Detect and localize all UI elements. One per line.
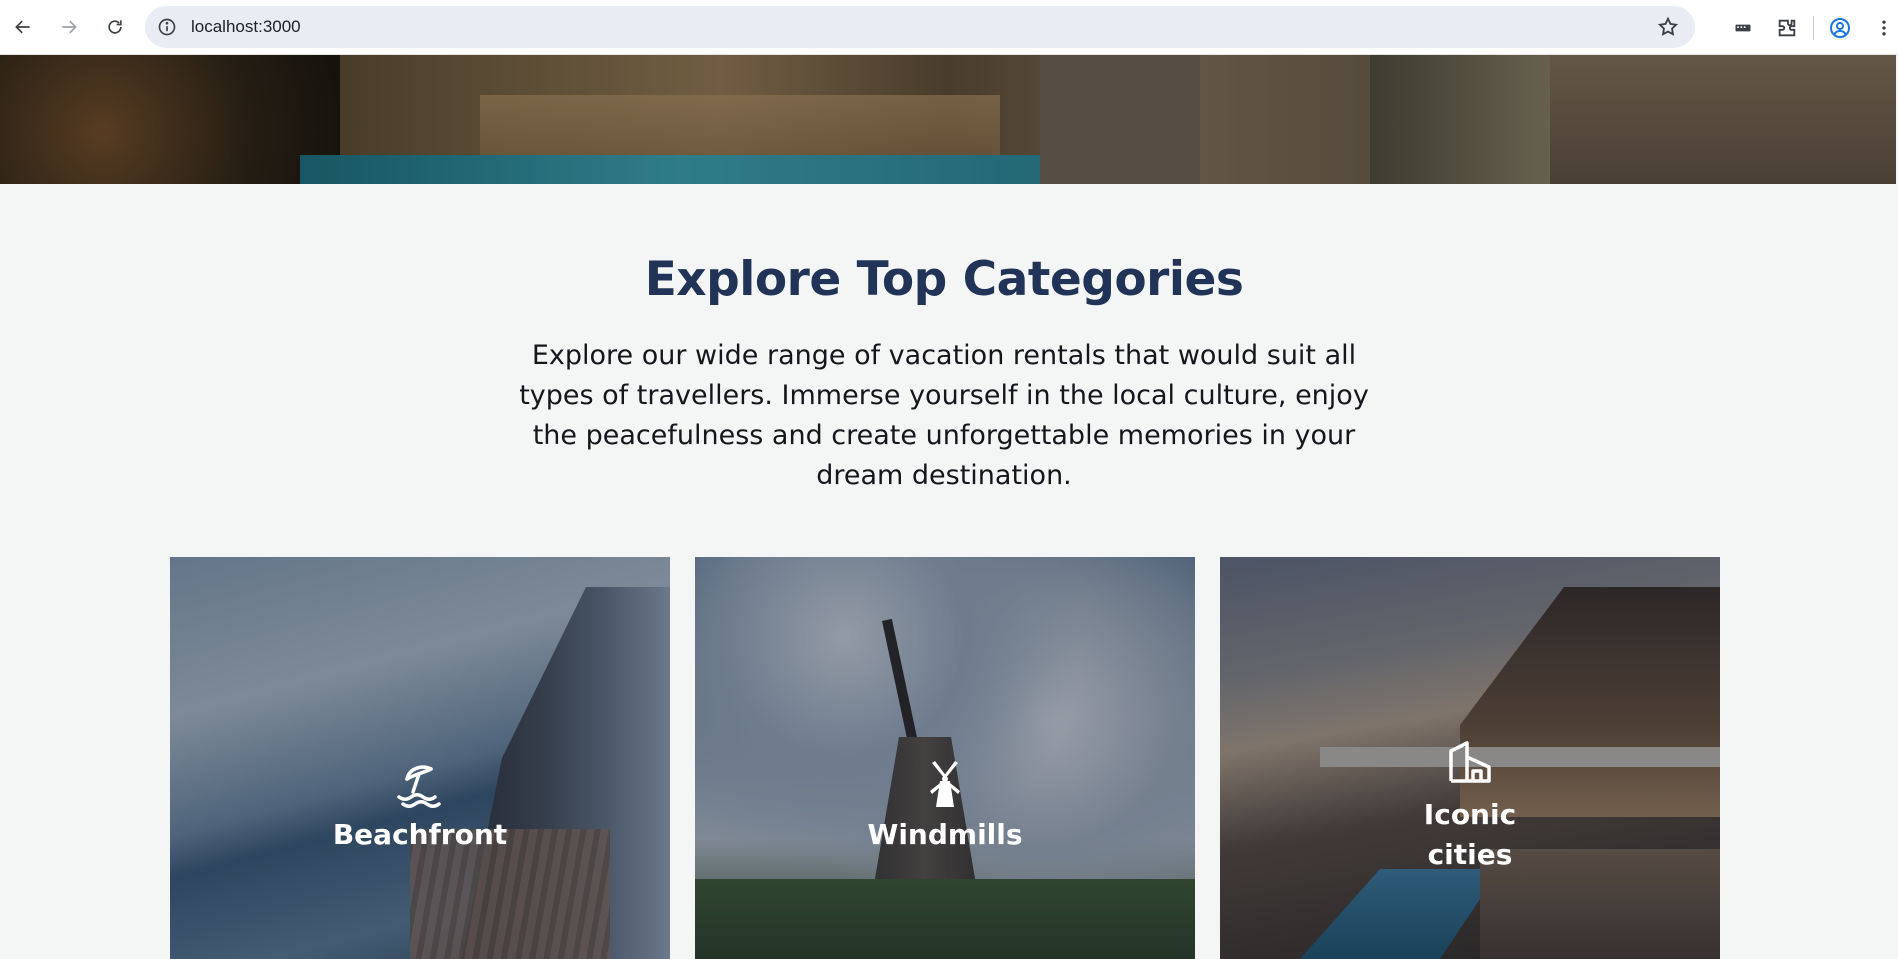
category-label: Windmills xyxy=(867,818,1023,851)
url-text[interactable]: localhost:3000 xyxy=(191,17,301,37)
category-label: Beachfront xyxy=(332,818,508,851)
browser-toolbar: localhost:3000 xyxy=(0,0,1898,55)
arrow-left-icon xyxy=(15,20,30,34)
category-card-iconic-cities[interactable]: Iconic cities xyxy=(1220,557,1720,959)
reload-button[interactable] xyxy=(100,12,130,42)
reload-icon xyxy=(108,20,122,34)
arrow-right-icon xyxy=(62,20,77,34)
site-info-icon[interactable] xyxy=(157,17,177,37)
hero-image xyxy=(0,55,1896,184)
more-menu-icon[interactable] xyxy=(1870,14,1898,42)
extensions-icon[interactable] xyxy=(1773,14,1801,42)
profile-avatar-icon[interactable] xyxy=(1826,14,1854,42)
toolbar-divider xyxy=(1813,15,1814,40)
category-card-windmills[interactable]: Windmills xyxy=(695,557,1195,959)
windmill-icon xyxy=(918,755,972,809)
back-button[interactable] xyxy=(8,12,38,42)
bookmark-star-icon[interactable] xyxy=(1657,16,1679,38)
browser-actions xyxy=(1721,0,1898,55)
section-title: Explore Top Categories xyxy=(644,252,1244,307)
city-building-icon xyxy=(1443,735,1497,789)
category-label: Iconic cities xyxy=(1423,798,1517,871)
address-bar[interactable]: localhost:3000 xyxy=(145,6,1695,48)
beach-umbrella-icon xyxy=(393,755,447,809)
section-description: Explore our wide range of vacation renta… xyxy=(519,340,1369,491)
forward-button[interactable] xyxy=(54,12,84,42)
category-card-beachfront[interactable]: Beachfront xyxy=(170,557,670,959)
media-icon[interactable] xyxy=(1729,14,1757,42)
